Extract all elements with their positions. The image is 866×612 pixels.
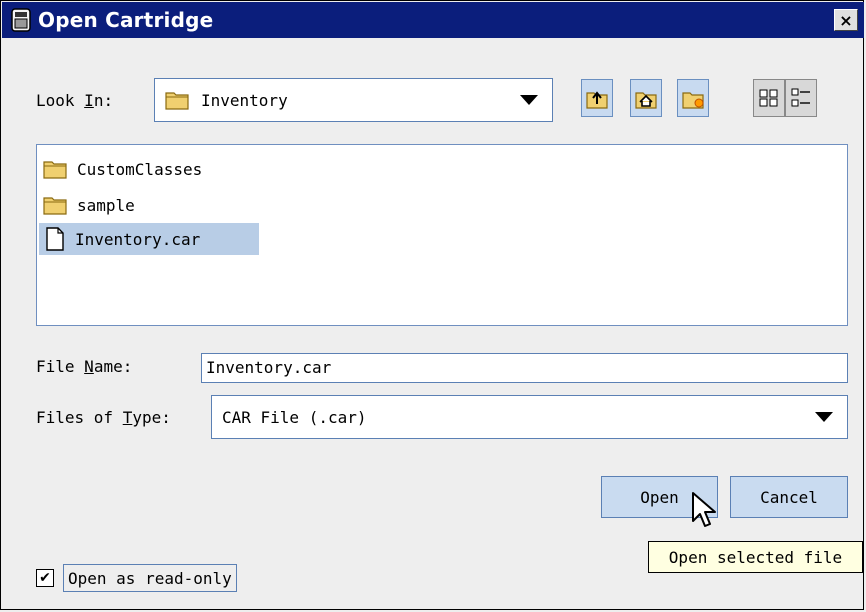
details-view-icon — [791, 88, 810, 107]
open-cartridge-dialog: Open Cartridge × Look In: Inventory Cust… — [0, 0, 864, 610]
folder-icon — [43, 197, 67, 215]
mouse-cursor-icon — [692, 492, 716, 527]
folder-icon — [165, 92, 189, 110]
look-in-value: Inventory — [201, 90, 288, 110]
list-view-button[interactable] — [753, 79, 785, 117]
file-name-label: File Name: — [36, 357, 133, 376]
folder-icon — [43, 161, 67, 179]
look-in-combo[interactable]: Inventory — [154, 78, 553, 122]
up-one-level-button[interactable] — [581, 79, 613, 117]
list-item-customclasses[interactable]: CustomClasses — [39, 153, 208, 185]
new-folder-button[interactable] — [677, 79, 709, 117]
file-icon — [46, 227, 64, 251]
list-view-icon — [759, 89, 778, 107]
file-type-select[interactable]: CAR File (.car) — [211, 395, 848, 439]
read-only-label[interactable]: Open as read-only — [63, 564, 237, 592]
file-type-value: CAR File (.car) — [222, 407, 367, 427]
look-in-label: Look In: — [36, 91, 114, 110]
file-name-input[interactable]: Inventory.car — [201, 353, 848, 383]
file-type-label: Files of Type: — [36, 408, 171, 427]
file-list[interactable]: CustomClasses sample Inventory.car — [36, 144, 848, 326]
file-name: sample — [77, 195, 135, 215]
home-button[interactable] — [630, 79, 662, 117]
tooltip: Open selected file — [648, 541, 863, 573]
check-icon: ✔ — [39, 570, 51, 586]
window-title: Open Cartridge — [38, 8, 214, 32]
chevron-down-icon[interactable] — [520, 95, 538, 105]
home-icon — [635, 92, 657, 109]
cancel-button[interactable]: Cancel — [730, 476, 848, 518]
chevron-down-icon[interactable] — [815, 412, 833, 422]
list-item-sample[interactable]: sample — [39, 189, 141, 221]
read-only-checkbox[interactable]: ✔ — [36, 569, 54, 587]
title-bar[interactable]: Open Cartridge × — [2, 2, 864, 38]
file-name: Inventory.car — [75, 229, 201, 249]
close-button[interactable]: × — [834, 9, 858, 31]
folder-up-icon — [586, 91, 608, 109]
list-item-inventory-car[interactable]: Inventory.car — [39, 223, 259, 255]
file-name: CustomClasses — [77, 159, 203, 179]
new-folder-icon — [682, 92, 704, 109]
cartridge-icon — [11, 8, 31, 32]
details-view-button[interactable] — [785, 79, 817, 117]
